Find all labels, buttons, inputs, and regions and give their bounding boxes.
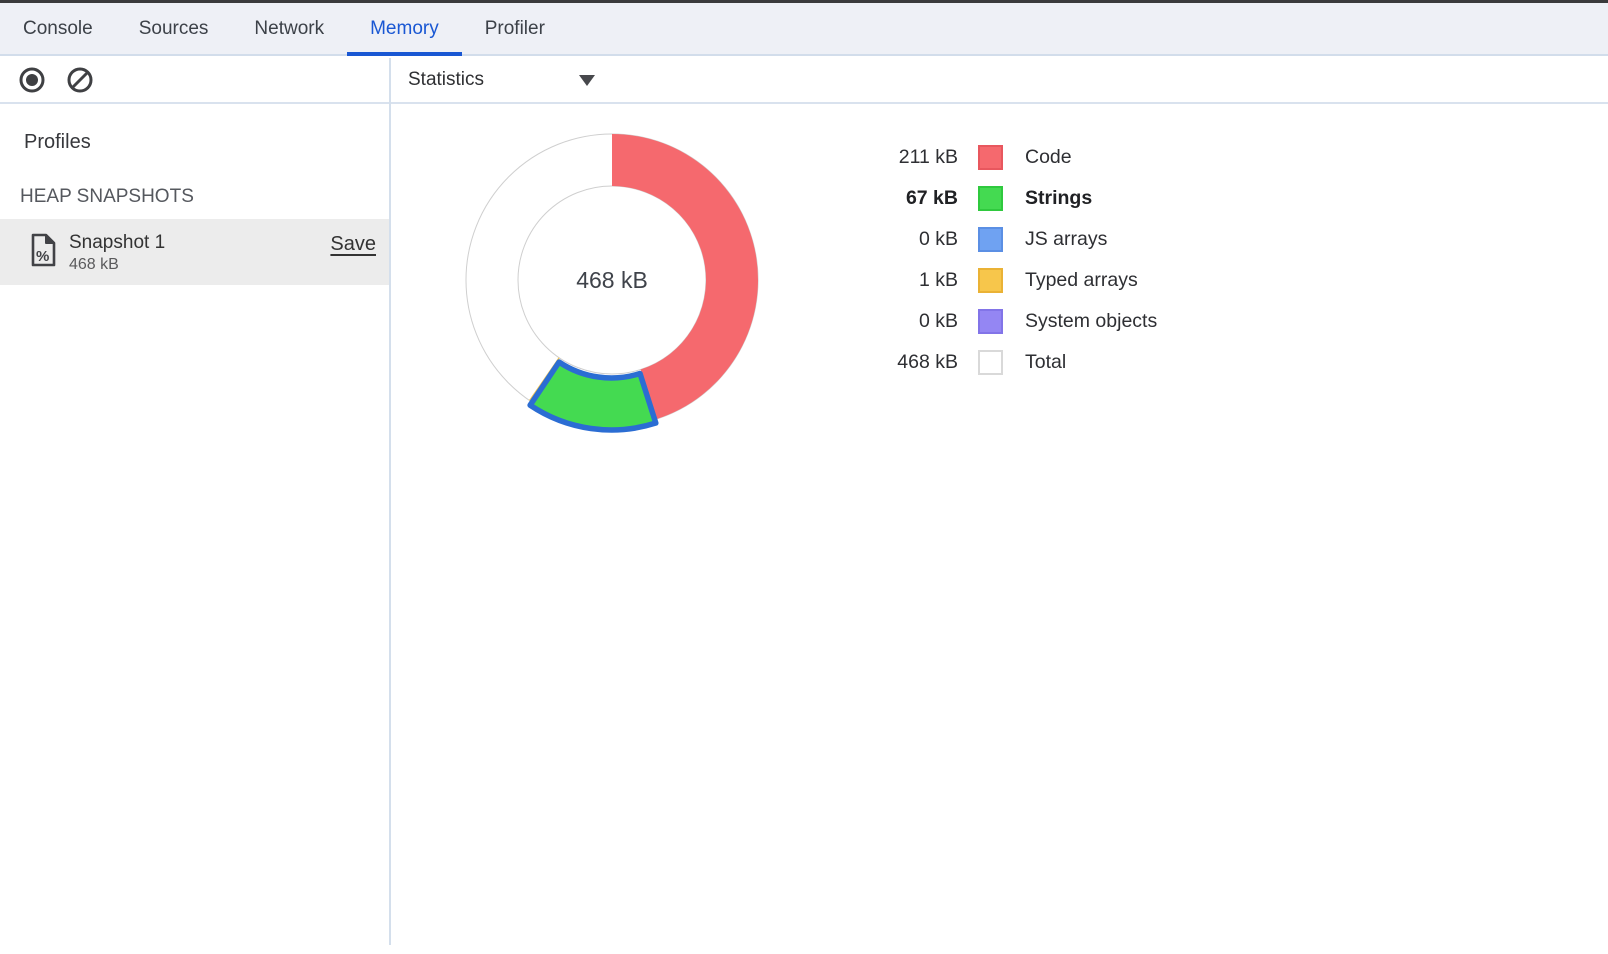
record-heap-snapshot-button[interactable] xyxy=(18,66,46,94)
memory-donut-chart: 468 kB xyxy=(452,120,772,440)
record-icon xyxy=(18,66,46,94)
toolbar-right: Statistics xyxy=(391,58,1608,102)
legend-value: 468 kB xyxy=(820,351,958,374)
donut-svg xyxy=(452,120,772,440)
legend-label: Code xyxy=(1025,146,1072,169)
legend-row-total: 468 kB Total xyxy=(820,342,1157,383)
memory-toolbar: Statistics xyxy=(0,58,1608,104)
legend-row-strings: 67 kB Strings xyxy=(820,178,1157,219)
tab-console-label: Console xyxy=(23,18,93,40)
sidebar-title: Profiles xyxy=(0,104,389,154)
legend-label: Typed arrays xyxy=(1025,269,1138,292)
legend-value: 0 kB xyxy=(820,310,958,333)
toolbar-left xyxy=(0,58,390,102)
snapshot-name: Snapshot 1 xyxy=(69,231,165,255)
legend-label: System objects xyxy=(1025,310,1157,333)
snapshot-size: 468 kB xyxy=(69,255,165,274)
legend-value: 1 kB xyxy=(820,269,958,292)
tab-profiler-label: Profiler xyxy=(485,18,545,40)
legend-value: 0 kB xyxy=(820,228,958,251)
legend-swatch-typed-arrays xyxy=(978,268,1003,293)
legend-swatch-system-objects xyxy=(978,309,1003,334)
clear-profiles-button[interactable] xyxy=(66,66,94,94)
snapshot-list-item[interactable]: % Snapshot 1 468 kB Save xyxy=(0,219,389,285)
chevron-down-icon xyxy=(579,75,595,86)
perspective-select-value: Statistics xyxy=(408,69,484,91)
heap-snapshot-file-icon: % xyxy=(30,233,57,272)
snapshot-info: Snapshot 1 468 kB xyxy=(69,231,165,274)
tab-memory[interactable]: Memory xyxy=(347,3,462,54)
donut-ring-outline xyxy=(518,186,706,374)
tab-network[interactable]: Network xyxy=(231,3,347,54)
tab-console[interactable]: Console xyxy=(0,3,116,54)
tab-network-label: Network xyxy=(254,18,324,40)
legend-label: Strings xyxy=(1025,187,1092,210)
legend-swatch-js-arrays xyxy=(978,227,1003,252)
legend-swatch-strings xyxy=(978,186,1003,211)
legend-row-code: 211 kB Code xyxy=(820,137,1157,178)
tab-profiler[interactable]: Profiler xyxy=(462,3,568,54)
tab-sources-label: Sources xyxy=(139,18,209,40)
legend-row-js-arrays: 0 kB JS arrays xyxy=(820,219,1157,260)
tab-memory-label: Memory xyxy=(370,18,439,40)
heap-snapshots-section-header: HEAP SNAPSHOTS xyxy=(0,154,389,208)
snapshot-save-link[interactable]: Save xyxy=(330,233,376,256)
clear-icon xyxy=(66,66,94,94)
legend-row-system-objects: 0 kB System objects xyxy=(820,301,1157,342)
devtools-tabbar: Console Sources Network Memory Profiler xyxy=(0,3,1608,56)
svg-text:%: % xyxy=(36,248,49,265)
statistics-view: 468 kB 211 kB Code 67 kB Strings 0 kB JS… xyxy=(391,106,1608,954)
legend-label: Total xyxy=(1025,351,1066,374)
legend-swatch-code xyxy=(978,145,1003,170)
legend-value: 211 kB xyxy=(820,146,958,169)
chart-legend: 211 kB Code 67 kB Strings 0 kB JS arrays… xyxy=(820,137,1157,383)
profiles-sidebar: Profiles HEAP SNAPSHOTS % Snapshot 1 468… xyxy=(0,104,389,954)
legend-value: 67 kB xyxy=(820,187,958,210)
perspective-select[interactable]: Statistics xyxy=(408,69,595,91)
tab-sources[interactable]: Sources xyxy=(116,3,232,54)
legend-label: JS arrays xyxy=(1025,228,1107,251)
devtools-memory-panel: Console Sources Network Memory Profiler xyxy=(0,0,1608,954)
legend-row-typed-arrays: 1 kB Typed arrays xyxy=(820,260,1157,301)
legend-swatch-total xyxy=(978,350,1003,375)
